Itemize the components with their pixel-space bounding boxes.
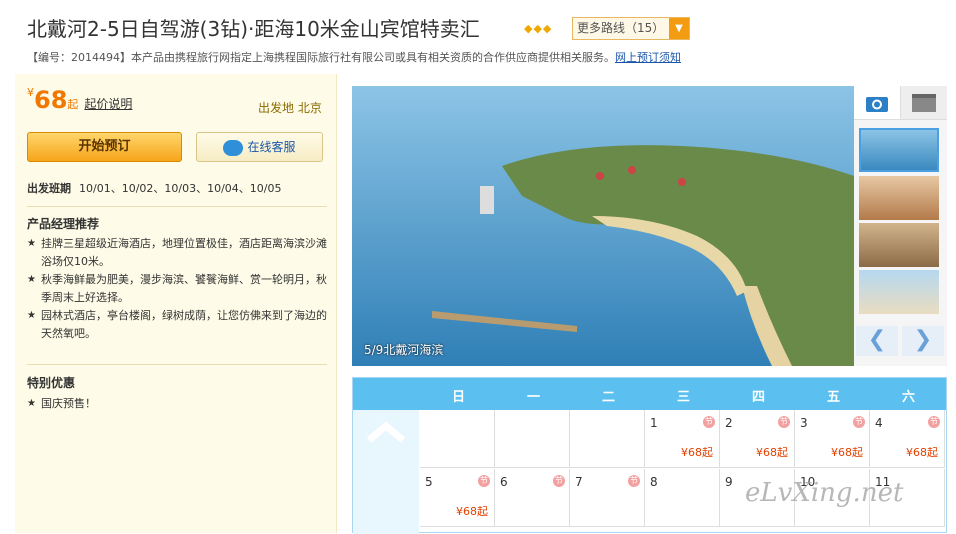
special-list: 国庆预售！ — [27, 395, 332, 413]
calendar-day-price: ¥68起 — [831, 446, 863, 459]
weekday-label: 三 — [676, 390, 690, 405]
calendar-day-price: ¥68起 — [756, 446, 788, 459]
calendar-day-number: 7 — [575, 475, 583, 489]
holiday-badge: 节 — [928, 416, 940, 428]
film-icon — [912, 94, 936, 112]
list-item: 挂牌三星超级近海酒店，地理位置极佳，酒店距离海滨沙滩浴场仅10米。 — [27, 235, 332, 271]
product-title: 北戴河2-5日自驾游(3钻)·距海10米金山宾馆特卖汇 — [27, 17, 480, 41]
price-value: 68 — [34, 86, 68, 114]
calendar-day-price: ¥68起 — [681, 446, 713, 459]
calendar-day-cell: 6节 — [495, 469, 570, 527]
online-service-button[interactable]: 在线客服 — [196, 132, 323, 162]
photo-caption: 5/9北戴河海滨 — [364, 343, 444, 357]
video-tab[interactable] — [900, 86, 947, 120]
schedule-dates: 10/01、10/02、10/03、10/04、10/05 — [79, 182, 282, 195]
coast-photo — [352, 86, 854, 366]
calendar-day-cell[interactable]: 5 节 ¥68起 — [420, 469, 495, 527]
holiday-badge: 节 — [553, 475, 565, 487]
calendar-day-cell[interactable]: 3 节 ¥68起 — [795, 410, 870, 468]
calendar-day-cell[interactable]: 2 节 ¥68起 — [720, 410, 795, 468]
calendar-day-number: 9 — [725, 475, 733, 489]
booking-panel: ¥68起 起价说明 出发地 北京 开始预订 在线客服 出发班期 10/01、10/0… — [15, 74, 337, 533]
holiday-badge: 节 — [478, 475, 490, 487]
departure-city: 出发地 北京 — [258, 101, 322, 115]
weekday-label: 一 — [526, 390, 540, 405]
list-item: 秋季海鲜最为肥美，漫步海滨、饕餮海鲜、赏一轮明月，秋季周末上好选择。 — [27, 271, 332, 307]
calendar-day-cell: 8 — [645, 469, 720, 527]
photo-tab[interactable] — [854, 86, 900, 120]
calendar-day-cell: 7节 — [570, 469, 645, 527]
schedule-row: 出发班期 10/01、10/02、10/03、10/04、10/05 — [27, 180, 282, 196]
calendar-day-price: ¥68起 — [456, 505, 488, 518]
calendar-day-price: ¥68起 — [906, 446, 938, 459]
price-calendar: 日 一 二 三 四 五 六 1 节 ¥68起 2 节 ¥68起 3 节 ¥68起 4 节 ¥68起 5 节… — [352, 377, 947, 534]
product-info-text: 【编号：2014494】本产品由携程旅行网指定上海携程国际旅行社有限公司或具有相… — [27, 51, 615, 64]
divider — [27, 206, 327, 207]
holiday-badge: 节 — [703, 416, 715, 428]
calendar-day-number: 3 — [800, 416, 808, 430]
more-routes-label: 更多路线（15） — [577, 21, 665, 35]
thumbnail-strip: ❮ ❯ — [854, 86, 947, 366]
start-booking-button[interactable]: 开始预订 — [27, 132, 182, 162]
weekday-label: 四 — [751, 390, 765, 405]
product-header: 北戴河2-5日自驾游(3钻)·距海10米金山宾馆特卖汇 ◆◆◆ 更多路线（15）… — [0, 0, 956, 72]
weekday-label: 日 — [451, 390, 465, 405]
calendar-weekday-header: 日 一 二 三 四 五 六 — [353, 378, 946, 410]
special-title: 特别优惠 — [27, 376, 76, 390]
holiday-badge: 节 — [778, 416, 790, 428]
list-item: 国庆预售！ — [27, 395, 332, 413]
chat-icon — [223, 139, 244, 156]
thumbnail-prev-button[interactable]: ❮ — [856, 326, 898, 356]
divider — [27, 364, 327, 365]
diamond-rating-icon: ◆◆◆ — [524, 22, 553, 35]
calendar-day-number: 2 — [725, 416, 733, 430]
thumbnail-2[interactable] — [859, 176, 939, 220]
calendar-prev-month-button[interactable] — [353, 410, 419, 534]
thumbnail-3[interactable] — [859, 223, 939, 267]
price-suffix: 起 — [67, 98, 79, 111]
thumbnail-4[interactable] — [859, 270, 939, 314]
thumbnail-next-button[interactable]: ❯ — [902, 326, 944, 356]
recommend-title: 产品经理推荐 — [27, 217, 100, 231]
calendar-day-number: 5 — [425, 475, 433, 489]
online-service-label: 在线客服 — [247, 140, 296, 154]
camera-icon — [866, 97, 888, 112]
product-info-line: 【编号：2014494】本产品由携程旅行网指定上海携程国际旅行社有限公司或具有相… — [27, 49, 681, 65]
holiday-badge: 节 — [853, 416, 865, 428]
holiday-badge: 节 — [628, 475, 640, 487]
price-explain-link[interactable]: 起价说明 — [84, 97, 132, 111]
calendar-day-cell — [420, 410, 495, 468]
weekday-label: 六 — [901, 390, 915, 405]
weekday-label: 五 — [826, 390, 840, 405]
calendar-day-cell[interactable]: 4 节 ¥68起 — [870, 410, 945, 468]
booking-notice-link[interactable]: 网上预订须知 — [615, 51, 681, 64]
schedule-label: 出发班期 — [27, 182, 71, 195]
calendar-day-cell — [495, 410, 570, 468]
list-item: 园林式酒店，亭台楼阁，绿树成荫，让您仿佛来到了海边的天然氧吧。 — [27, 307, 332, 343]
calendar-day-number: 4 — [875, 416, 883, 430]
weekday-label: 二 — [601, 390, 615, 405]
price-block: ¥68起 起价说明 — [27, 86, 132, 114]
calendar-day-number: 8 — [650, 475, 658, 489]
chevron-up-icon — [366, 421, 406, 443]
currency-symbol: ¥ — [27, 86, 34, 99]
calendar-day-number: 1 — [650, 416, 658, 430]
calendar-day-cell[interactable]: 1 节 ¥68起 — [645, 410, 720, 468]
more-routes-dropdown[interactable]: 更多路线（15） ▼ — [572, 17, 690, 40]
calendar-day-cell — [570, 410, 645, 468]
recommend-list: 挂牌三星超级近海酒店，地理位置极佳，酒店距离海滨沙滩浴场仅10米。 秋季海鲜最为… — [27, 235, 332, 343]
calendar-day-number: 6 — [500, 475, 508, 489]
watermark: eLvXing.net — [745, 478, 904, 508]
chevron-down-icon: ▼ — [669, 18, 689, 39]
main-photo[interactable]: 5/9北戴河海滨 — [352, 86, 854, 366]
thumbnail-1[interactable] — [859, 128, 939, 172]
